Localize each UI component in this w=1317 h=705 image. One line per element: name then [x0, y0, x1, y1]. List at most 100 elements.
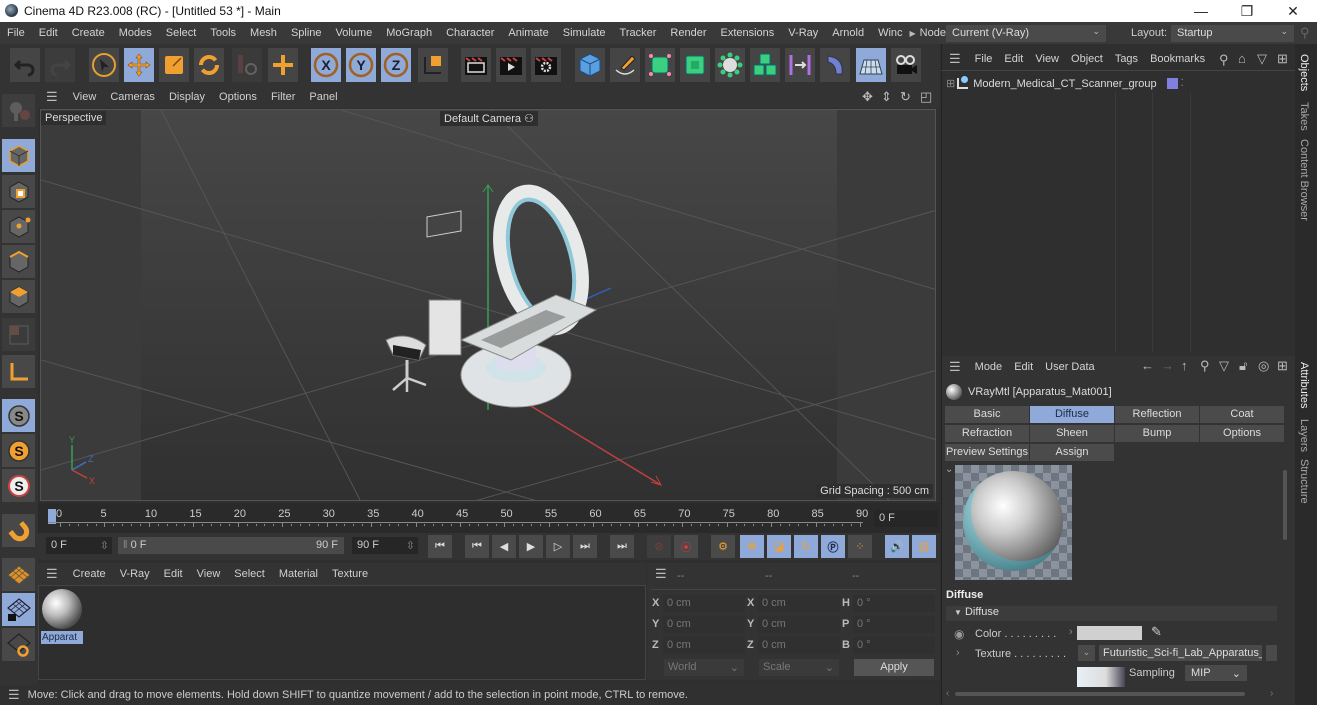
maximize-button[interactable]: ❐: [1224, 0, 1270, 22]
hamburger-menu-icon[interactable]: ☰: [655, 566, 667, 582]
collapse-preview-icon[interactable]: ⌄: [945, 464, 953, 475]
3d-viewport[interactable]: Y Z X Perspective Default Camera ⚇ Grid …: [40, 109, 936, 501]
cube-primitive-button[interactable]: [575, 48, 605, 82]
scale-mode-dropdown[interactable]: Scale ⌄: [759, 659, 839, 676]
material-menu-view[interactable]: View: [190, 568, 228, 580]
pos-y-field[interactable]: 0 cm: [663, 616, 745, 633]
render-picture-viewer-button[interactable]: [496, 48, 526, 82]
x-axis-lock-button[interactable]: X: [311, 48, 341, 82]
up-arrow-icon[interactable]: ↑: [1181, 358, 1188, 373]
side-tab-structure[interactable]: Structure: [1298, 459, 1310, 504]
viewport-menu-view[interactable]: View: [66, 91, 104, 103]
workplane-snap-button[interactable]: S: [2, 469, 35, 502]
tab-assign[interactable]: Assign: [1030, 444, 1114, 461]
uv-mode-button[interactable]: [2, 318, 35, 351]
side-tab-layers[interactable]: Layers: [1298, 419, 1310, 452]
object-menu-object[interactable]: Object: [1065, 53, 1109, 65]
viewport-menu-cameras[interactable]: Cameras: [103, 91, 162, 103]
move-tool-button[interactable]: [124, 48, 154, 82]
menu-arnold[interactable]: Arnold: [825, 27, 871, 39]
menu-create[interactable]: Create: [65, 27, 112, 39]
material-tag-icon[interactable]: [1166, 78, 1178, 89]
sound-button[interactable]: 🔊: [885, 535, 909, 558]
search-icon[interactable]: ⚲: [1219, 52, 1229, 68]
record-scale-button[interactable]: ◪: [767, 535, 791, 558]
symmetry-button[interactable]: [785, 48, 815, 82]
menu-window[interactable]: Winc: [871, 27, 909, 39]
record-point-level-button[interactable]: ⁘: [848, 535, 872, 558]
rot-b-field[interactable]: 0 °: [853, 637, 935, 654]
menu-mesh[interactable]: Mesh: [243, 27, 284, 39]
scale-tool-button[interactable]: [159, 48, 189, 82]
redo-button[interactable]: [45, 48, 75, 82]
edge-mode-button[interactable]: [2, 245, 35, 278]
menu-edit[interactable]: Edit: [32, 27, 65, 39]
previous-key-button[interactable]: ⏮: [465, 535, 489, 558]
autokeying-button[interactable]: ⦿: [674, 535, 698, 558]
object-menu-file[interactable]: File: [969, 53, 999, 65]
hamburger-menu-icon[interactable]: ☰: [0, 687, 28, 703]
texture-path-field[interactable]: Futuristic_Sci-fi_Lab_Apparatus_B: [1099, 645, 1262, 661]
object-tree-row[interactable]: ⊞ Modern_Medical_CT_Scanner_group ⁚: [946, 75, 1291, 92]
go-to-end-button[interactable]: ⏭: [610, 535, 634, 558]
pos-x-field[interactable]: 0 cm: [663, 595, 745, 612]
home-icon[interactable]: ⌂: [1238, 51, 1246, 66]
extrude-button[interactable]: [680, 48, 710, 82]
scroll-right-icon[interactable]: ›: [1270, 688, 1273, 699]
hamburger-menu-icon[interactable]: ☰: [941, 359, 969, 375]
side-tab-attributes[interactable]: Attributes: [1298, 362, 1310, 408]
new-panel-icon[interactable]: ⊞: [1277, 51, 1288, 67]
model-mode-button[interactable]: [2, 139, 35, 172]
object-menu-bookmarks[interactable]: Bookmarks: [1144, 53, 1211, 65]
keyframe-selection-button[interactable]: ⚙: [711, 535, 735, 558]
size-z-field[interactable]: 0 cm: [758, 637, 840, 654]
frame-range-slider[interactable]: ‖ 0 F 90 F: [118, 537, 344, 554]
rot-p-field[interactable]: 0 °: [853, 616, 935, 633]
tab-basic[interactable]: Basic: [945, 406, 1029, 423]
current-frame-field[interactable]: 0 F: [874, 510, 938, 527]
attr-menu-user-data[interactable]: User Data: [1039, 361, 1101, 373]
forward-arrow-icon[interactable]: →: [1161, 358, 1174, 373]
tab-coat[interactable]: Coat: [1200, 406, 1284, 423]
cloner-button[interactable]: [715, 48, 745, 82]
rotate-tool-button[interactable]: [194, 48, 224, 82]
minimize-button[interactable]: —: [1178, 0, 1224, 22]
menu-tracker[interactable]: Tracker: [613, 27, 664, 39]
layout-dropdown[interactable]: Startup ⌄: [1171, 25, 1294, 42]
menu-mograph[interactable]: MoGraph: [379, 27, 439, 39]
viewport-menu-panel[interactable]: Panel: [302, 91, 344, 103]
viewport-zoom-icon[interactable]: ⇕: [881, 89, 892, 105]
attr-menu-edit[interactable]: Edit: [1008, 361, 1039, 373]
close-button[interactable]: ✕: [1270, 0, 1316, 22]
object-menu-tags[interactable]: Tags: [1109, 53, 1144, 65]
hamburger-menu-icon[interactable]: ☰: [38, 566, 66, 582]
material-swatch[interactable]: Apparat: [41, 588, 83, 646]
array-button[interactable]: [750, 48, 780, 82]
tab-preview-settings[interactable]: Preview Settings: [945, 444, 1029, 461]
recent-tools-button[interactable]: [232, 48, 262, 82]
animate-radio-icon[interactable]: ◉: [954, 627, 964, 641]
texture-options-button[interactable]: [1266, 645, 1277, 661]
next-frame-button[interactable]: ▷: [546, 535, 570, 558]
texture-mode-button[interactable]: [2, 175, 35, 208]
previous-frame-button[interactable]: ◀: [492, 535, 516, 558]
tab-reflection[interactable]: Reflection: [1115, 406, 1199, 423]
viewport-menu-display[interactable]: Display: [162, 91, 212, 103]
subdivision-button[interactable]: [645, 48, 675, 82]
make-editable-button[interactable]: [2, 94, 35, 127]
search-icon[interactable]: ⚲: [1300, 25, 1310, 41]
snap-enable-button[interactable]: S: [2, 399, 35, 432]
menu-tools[interactable]: Tools: [203, 27, 243, 39]
locked-workplane-button[interactable]: [2, 593, 35, 626]
texture-dropdown-button[interactable]: ⌄: [1078, 645, 1095, 661]
render-view-button[interactable]: [461, 48, 491, 82]
record-rotation-button[interactable]: ↻: [794, 535, 818, 558]
menu-modes[interactable]: Modes: [112, 27, 159, 39]
coordinate-system-button[interactable]: [418, 48, 448, 82]
sampling-dropdown[interactable]: MIP ⌄: [1185, 665, 1247, 681]
viewport-pan-icon[interactable]: ✥: [862, 89, 873, 105]
menu-simulate[interactable]: Simulate: [556, 27, 613, 39]
tab-refraction[interactable]: Refraction: [945, 425, 1029, 442]
side-tab-objects[interactable]: Objects: [1298, 54, 1310, 91]
camera-button[interactable]: [891, 48, 921, 82]
